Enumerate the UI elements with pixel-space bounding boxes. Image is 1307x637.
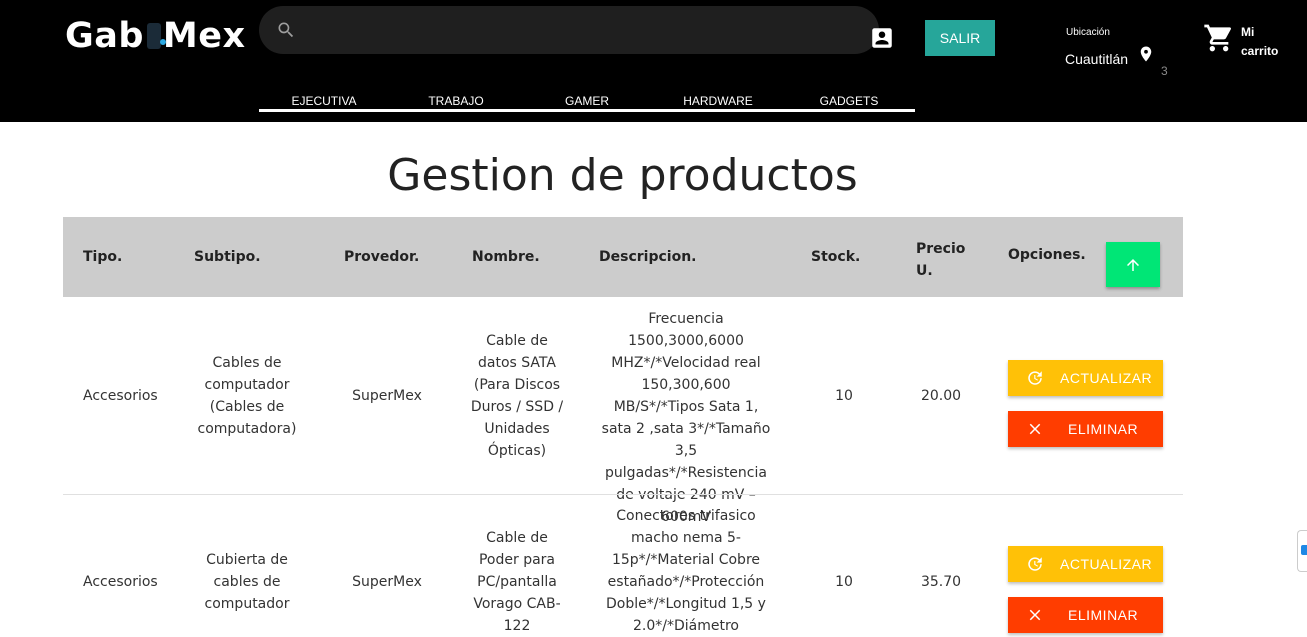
update-label: ACTUALIZAR: [1060, 556, 1153, 572]
row1-precio: 20.00: [920, 388, 962, 404]
row1-subtipo: Cables de computador (Cables de computad…: [197, 355, 297, 437]
update-button[interactable]: ACTUALIZAR: [1008, 546, 1163, 582]
location-pin-icon[interactable]: [1137, 42, 1155, 71]
search-bar[interactable]: [259, 6, 879, 54]
row1-descripcion: Frecuencia 1500,3000,6000 MHZ*/*Velocida…: [601, 311, 771, 525]
delete-label: ELIMINAR: [1068, 607, 1139, 623]
logo-text-right: Mex: [162, 16, 246, 56]
header-precio: Precio U.: [916, 241, 966, 279]
location-count-badge: 3: [1161, 64, 1168, 78]
update-icon: [1028, 371, 1042, 385]
row2-precio: 35.70: [920, 574, 962, 590]
close-icon: [1029, 609, 1041, 621]
update-label: ACTUALIZAR: [1060, 370, 1153, 386]
row1-nombre: Cable de datos SATA (Para Discos Duros /…: [470, 333, 564, 459]
category-trabajo[interactable]: TRABAJO: [428, 94, 483, 108]
search-icon[interactable]: [276, 20, 296, 40]
header-tipo: Tipo.: [83, 249, 123, 265]
logo-mark-icon: [146, 23, 166, 49]
category-gamer[interactable]: GAMER: [565, 94, 609, 108]
delete-button[interactable]: ELIMINAR: [1008, 411, 1163, 447]
category-ejecutiva[interactable]: EJECUTIVA: [291, 94, 356, 108]
update-icon: [1028, 557, 1042, 571]
row-divider: [63, 494, 1183, 495]
scroll-up-button[interactable]: [1106, 242, 1160, 287]
shopping-cart-icon[interactable]: [1203, 22, 1235, 59]
account-box-icon[interactable]: [869, 25, 895, 56]
location-city[interactable]: Cuautitlán: [1065, 51, 1128, 67]
row1-proveedor: SuperMex: [352, 388, 422, 404]
header-stock: Stock.: [811, 249, 861, 265]
delete-button[interactable]: ELIMINAR: [1008, 597, 1163, 633]
header-proveedor: Provedor.: [344, 249, 420, 265]
row1-tipo: Accesorios: [83, 388, 158, 404]
widget-icon: [1301, 545, 1307, 555]
row2-nombre: Cable de Poder para PC/pantalla Vorago C…: [473, 530, 561, 634]
category-hardware[interactable]: HARDWARE: [683, 94, 753, 108]
close-icon: [1029, 423, 1041, 435]
row2-descripcion: Conectores trifasico macho nema 5-15p*/*…: [606, 508, 766, 634]
header-subtipo: Subtipo.: [194, 249, 261, 265]
search-input[interactable]: [311, 14, 851, 46]
page-title: Gestion de productos: [387, 150, 858, 201]
logo-text-left: Gab: [65, 16, 144, 56]
location-label: Ubicación: [1066, 27, 1110, 38]
category-gadgets[interactable]: GADGETS: [820, 94, 879, 108]
delete-label: ELIMINAR: [1068, 421, 1139, 437]
row1-stock: 10: [835, 388, 853, 404]
category-nav: EJECUTIVA TRABAJO GAMER HARDWARE GADGETS: [259, 92, 915, 112]
row2-tipo: Accesorios: [83, 574, 158, 590]
row2-subtipo: Cubierta de cables de computador: [204, 552, 290, 612]
header-descripcion: Descripcion.: [599, 249, 697, 265]
update-button[interactable]: ACTUALIZAR: [1008, 360, 1163, 396]
logout-button[interactable]: SALIR: [925, 20, 995, 56]
row2-proveedor: SuperMex: [352, 574, 422, 590]
arrow-up-icon: [1127, 258, 1139, 271]
top-navbar: Gab Mex SALIR Ubicación Cuautitlán 3 Mi …: [0, 0, 1307, 122]
logo[interactable]: Gab Mex: [65, 16, 246, 56]
row2-stock: 10: [835, 574, 853, 590]
header-opciones: Opciones.: [1008, 247, 1086, 263]
side-widget-tab[interactable]: [1297, 530, 1307, 572]
header-nombre: Nombre.: [472, 249, 540, 265]
cart-label[interactable]: Mi carrito: [1241, 23, 1291, 61]
